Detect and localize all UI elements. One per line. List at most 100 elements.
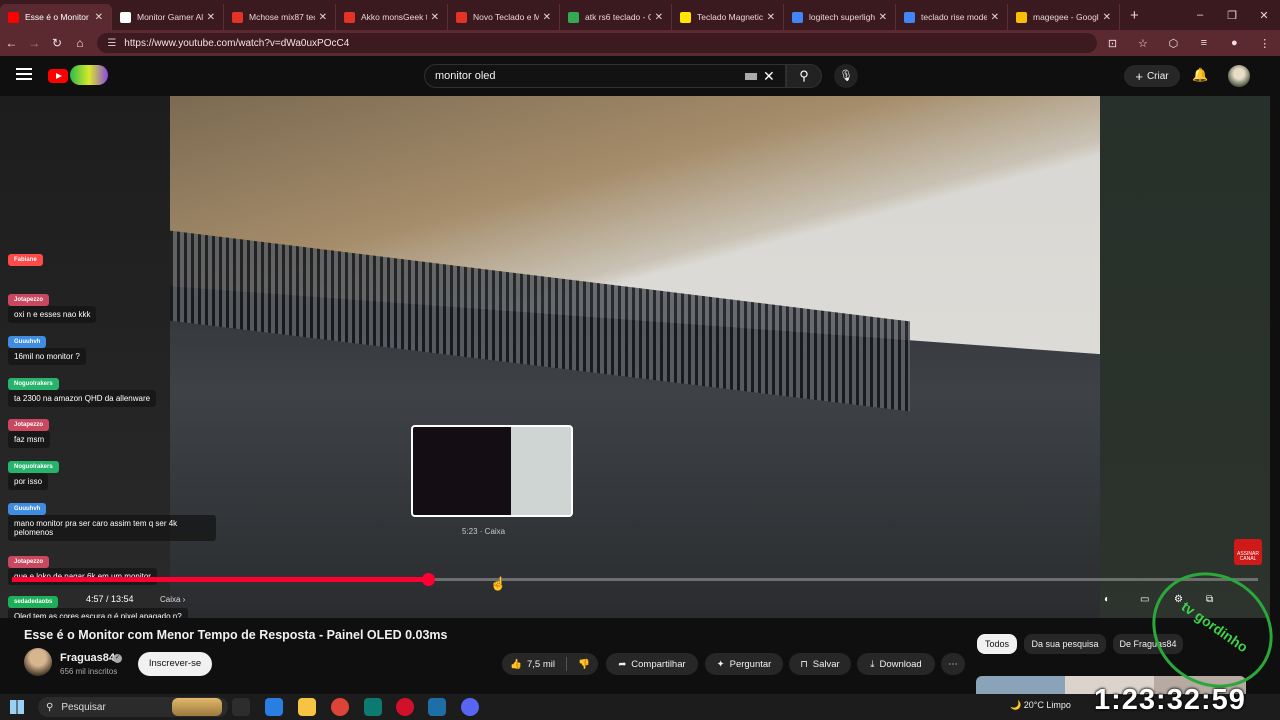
download-icon: ⤓ [870, 658, 875, 670]
chat-message: 16mil no monitor ? [8, 348, 86, 365]
task-view-icon[interactable] [232, 698, 250, 716]
back-button[interactable]: ← [0, 36, 23, 50]
shopping-icon [1016, 11, 1027, 23]
steam-icon[interactable] [428, 698, 446, 716]
chat-message: ta 2300 na amazon QHD da allenware [8, 390, 157, 407]
browser-tab[interactable]: atk rs6 teclado - Google ✕ [560, 4, 672, 30]
keyboard-icon[interactable] [745, 73, 757, 80]
browser-tab[interactable]: Monitor Gamer Alienware ✕ [112, 4, 224, 30]
chat-message: Oled tem as cores escura q é pixel apaga… [8, 608, 188, 618]
ask-button[interactable]: ✦ Perguntar [705, 653, 783, 675]
windows-start-icon[interactable] [10, 700, 24, 714]
more-actions-icon[interactable]: ⋯ [941, 653, 965, 675]
amazon-icon [120, 11, 131, 23]
minimize-button[interactable]: – [1184, 9, 1216, 21]
browser-tab[interactable]: Esse é o Monitor com Menor Tempo de Resp… [0, 4, 112, 30]
like-icon[interactable]: 👍 [510, 659, 522, 670]
video-player[interactable]: Fabiane Jotapezzo oxi n e esses nao kkk Guu… [0, 96, 1270, 618]
chrome-icon[interactable] [331, 698, 349, 716]
chip-all[interactable]: Todos [977, 634, 1017, 654]
voice-search-icon[interactable]: 🎙 [834, 64, 858, 88]
subscribe-button[interactable]: Inscrever-se [138, 652, 212, 676]
autoplay-toggle-icon[interactable]: ◐ [1104, 594, 1110, 605]
download-button[interactable]: ⤓ Download [857, 653, 935, 675]
site-info-icon[interactable]: ☰ [107, 38, 116, 49]
opera-icon[interactable] [396, 698, 414, 716]
browser-tab[interactable]: magegee - Google ✕ [1008, 4, 1120, 30]
youtube-logo[interactable] [48, 69, 68, 83]
progress-bar-played [12, 577, 429, 582]
discord-icon[interactable] [461, 698, 479, 716]
close-tab-icon[interactable]: ✕ [95, 12, 103, 23]
close-tab-icon[interactable]: ✕ [655, 12, 663, 23]
reading-list-icon[interactable]: ≡ [1189, 37, 1219, 49]
account-avatar[interactable] [1228, 65, 1250, 87]
chip-from-search[interactable]: Da sua pesquisa [1024, 634, 1106, 654]
install-app-icon[interactable]: ⊡ [1097, 37, 1127, 50]
close-tab-icon[interactable]: ✕ [767, 12, 775, 23]
browser-tab[interactable]: logitech superlight ✕ [784, 4, 896, 30]
bookmark-star-icon[interactable]: ☆ [1128, 37, 1158, 50]
close-tab-icon[interactable]: ✕ [207, 12, 215, 23]
save-button[interactable]: ⊓ Salvar [789, 653, 851, 675]
hamburger-menu-icon[interactable] [16, 68, 32, 80]
file-explorer-icon[interactable] [298, 698, 316, 716]
search-button[interactable]: ⚲ [786, 64, 822, 88]
dislike-icon[interactable]: 👎 [578, 659, 590, 670]
youtube-doodle-logo[interactable] [70, 65, 108, 85]
create-button[interactable]: + Criar [1124, 65, 1180, 87]
browser-tab[interactable]: Mchose mix87 teclado ✕ [224, 4, 336, 30]
home-button[interactable]: ⌂ [68, 36, 91, 50]
terminal-app-icon[interactable] [364, 698, 382, 716]
subscribe-watermark[interactable]: ASSINAR CANAL [1234, 539, 1262, 565]
address-bar[interactable]: ☰ https://www.youtube.com/watch?v=dWa0ux… [97, 33, 1098, 53]
close-tab-icon[interactable]: ✕ [991, 12, 999, 23]
search-input[interactable]: monitor oled [424, 64, 786, 88]
chapter-label[interactable]: Caixa › [160, 595, 185, 604]
share-button[interactable]: ➦ Compartilhar [606, 653, 698, 675]
extensions-icon[interactable]: ⬡ [1158, 37, 1188, 50]
close-tab-icon[interactable]: ✕ [879, 12, 887, 23]
chat-username: sedadedaobs [8, 596, 59, 608]
close-tab-icon[interactable]: ✕ [431, 12, 439, 23]
chat-username: Noguolrakers [8, 378, 59, 390]
chat-username: Noguolrakers [8, 461, 59, 473]
new-tab-button[interactable]: + [1130, 7, 1139, 24]
reload-button[interactable]: ↻ [46, 36, 69, 50]
browser-toolbar: ← → ↻ ⌂ ☰ https://www.youtube.com/watch?… [0, 30, 1280, 56]
notifications-bell-icon[interactable]: 🔔 [1192, 67, 1208, 83]
like-count[interactable]: 7,5 mil [527, 659, 555, 670]
tab-label: logitech superlight [809, 12, 875, 22]
profile-avatar[interactable]: ● [1219, 37, 1249, 49]
close-window-button[interactable]: ✕ [1248, 9, 1280, 22]
weather-widget[interactable]: 🌙 20°C Limpo [1010, 700, 1071, 711]
channel-name[interactable]: Fraguas84 [60, 652, 115, 664]
aliexpress-icon [232, 11, 243, 23]
browser-tab[interactable]: Teclado Magnetico ✕ [672, 4, 784, 30]
clear-search-icon[interactable]: ✕ [763, 68, 775, 85]
google-icon [792, 11, 803, 23]
aliexpress-icon [456, 11, 467, 23]
video-title: Esse é o Monitor com Menor Tempo de Resp… [24, 628, 448, 642]
tab-label: atk rs6 teclado - Google [585, 12, 651, 22]
chat-username: Jotapezzo [8, 419, 50, 431]
close-tab-icon[interactable]: ✕ [1103, 12, 1111, 23]
windows-taskbar: ⚲ Pesquisar 🌙 20°C Limpo [0, 694, 1280, 720]
close-tab-icon[interactable]: ✕ [319, 12, 327, 23]
restore-button[interactable]: ❐ [1216, 9, 1248, 22]
tab-label: Mchose mix87 teclado [249, 12, 315, 22]
google-icon [904, 11, 915, 23]
browser-tab[interactable]: teclado rise mode ✕ [896, 4, 1008, 30]
channel-avatar[interactable] [24, 648, 52, 676]
tab-label: Monitor Gamer Alienware [137, 12, 203, 22]
subtitles-icon[interactable]: ▭ [1140, 594, 1149, 605]
browser-tab[interactable]: Akko monsGeek teclado ✕ [336, 4, 448, 30]
browser-tab[interactable]: Novo Teclado e Mouse ✕ [448, 4, 560, 30]
tab-label: Esse é o Monitor com Menor Tempo de Resp… [25, 12, 91, 22]
forward-button[interactable]: → [23, 36, 46, 50]
close-tab-icon[interactable]: ✕ [543, 12, 551, 23]
aliexpress-icon [344, 11, 355, 23]
browser-menu-icon[interactable]: ⋮ [1250, 37, 1280, 50]
store-icon[interactable] [265, 698, 283, 716]
chat-username: Jotapezzo [8, 556, 50, 568]
